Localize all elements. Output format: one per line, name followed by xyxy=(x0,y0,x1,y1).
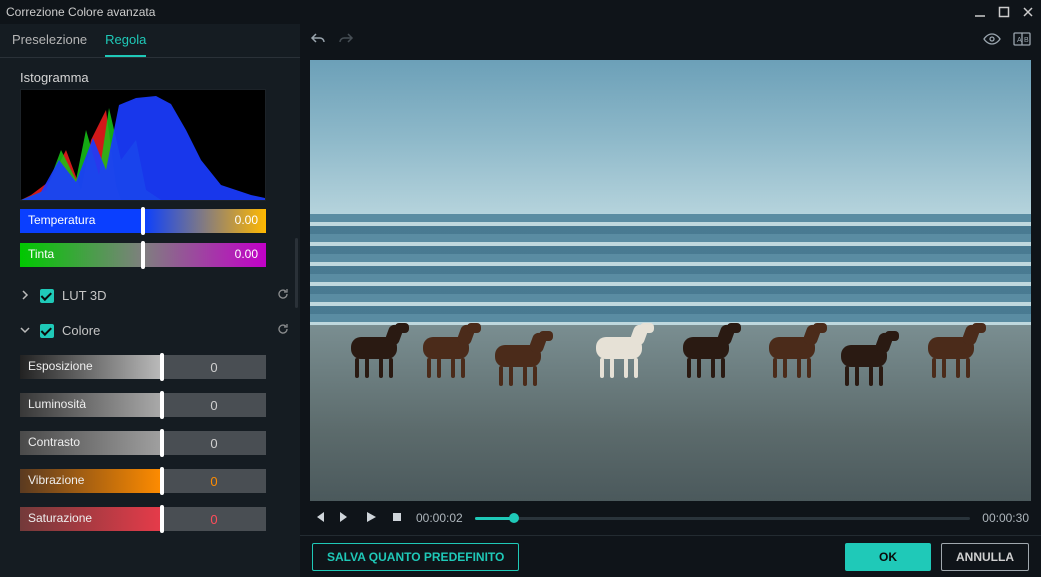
playbar: 00:00:02 00:00:30 xyxy=(300,501,1041,535)
saturation-label: Saturazione xyxy=(28,511,92,525)
video-preview[interactable] xyxy=(310,60,1031,501)
vibrance-handle[interactable] xyxy=(160,467,164,495)
lut3d-checkbox[interactable] xyxy=(40,289,54,303)
color-section[interactable]: Colore xyxy=(20,312,290,347)
histogram-label: Istogramma xyxy=(20,70,290,85)
vibrance-label: Vibrazione xyxy=(28,473,84,487)
time-knob[interactable] xyxy=(509,513,519,523)
temperature-value: 0.00 xyxy=(235,213,258,227)
lut3d-label: LUT 3D xyxy=(62,288,107,303)
vibrance-value: 0 xyxy=(162,469,266,493)
reset-icon[interactable] xyxy=(276,322,290,339)
saturation-handle[interactable] xyxy=(160,505,164,533)
color-checkbox[interactable] xyxy=(40,324,54,338)
tint-handle[interactable] xyxy=(141,241,145,269)
left-panel: Preselezione Regola Istogramma Temperatu… xyxy=(0,24,300,577)
svg-text:A: A xyxy=(1017,37,1022,44)
tint-label: Tinta xyxy=(28,247,54,261)
saturation-slider[interactable]: Saturazione 0 xyxy=(20,507,266,531)
brightness-slider[interactable]: Luminosità 0 xyxy=(20,393,266,417)
brightness-label: Luminosità xyxy=(28,397,86,411)
temperature-handle[interactable] xyxy=(141,207,145,235)
exposure-value: 0 xyxy=(162,355,266,379)
cancel-button[interactable]: ANNULLA xyxy=(941,543,1029,571)
tab-adjust[interactable]: Regola xyxy=(105,32,146,57)
eye-icon[interactable] xyxy=(983,30,1001,48)
tint-value: 0.00 xyxy=(235,247,258,261)
exposure-label: Esposizione xyxy=(28,359,93,373)
maximize-button[interactable] xyxy=(997,5,1011,19)
brightness-handle[interactable] xyxy=(160,391,164,419)
saturation-value: 0 xyxy=(162,507,266,531)
temperature-label: Temperatura xyxy=(28,213,95,227)
minimize-button[interactable] xyxy=(973,5,987,19)
exposure-slider[interactable]: Esposizione 0 xyxy=(20,355,266,379)
time-total: 00:00:30 xyxy=(982,511,1029,525)
tab-preset[interactable]: Preselezione xyxy=(12,32,87,57)
contrast-label: Contrasto xyxy=(28,435,80,449)
chevron-down-icon xyxy=(20,323,32,338)
window-title: Correzione Colore avanzata xyxy=(6,5,155,19)
redo-button[interactable] xyxy=(338,31,354,47)
contrast-value: 0 xyxy=(162,431,266,455)
ok-button[interactable]: OK xyxy=(845,543,931,571)
close-button[interactable] xyxy=(1021,5,1035,19)
prev-frame-button[interactable] xyxy=(312,510,326,527)
chevron-right-icon xyxy=(20,288,32,303)
time-current: 00:00:02 xyxy=(416,511,463,525)
titlebar: Correzione Colore avanzata xyxy=(0,0,1041,24)
bottombar: SALVA QUANTO PREDEFINITO OK ANNULLA xyxy=(300,535,1041,577)
save-preset-button[interactable]: SALVA QUANTO PREDEFINITO xyxy=(312,543,519,571)
compare-ab-icon[interactable]: AB xyxy=(1013,31,1031,47)
vibrance-slider[interactable]: Vibrazione 0 xyxy=(20,469,266,493)
reset-icon[interactable] xyxy=(276,287,290,304)
contrast-handle[interactable] xyxy=(160,429,164,457)
color-label: Colore xyxy=(62,323,100,338)
next-frame-button[interactable] xyxy=(338,510,352,527)
stop-button[interactable] xyxy=(390,510,404,527)
temperature-slider[interactable]: Temperatura 0.00 xyxy=(20,209,266,233)
brightness-value: 0 xyxy=(162,393,266,417)
svg-text:B: B xyxy=(1024,37,1029,44)
scrollbar[interactable] xyxy=(295,238,298,308)
lut3d-section[interactable]: LUT 3D xyxy=(20,277,290,312)
tint-slider[interactable]: Tinta 0.00 xyxy=(20,243,266,267)
histogram xyxy=(20,89,266,201)
right-panel: AB xyxy=(300,24,1041,577)
contrast-slider[interactable]: Contrasto 0 xyxy=(20,431,266,455)
play-button[interactable] xyxy=(364,510,378,527)
undo-button[interactable] xyxy=(310,31,326,47)
time-track[interactable] xyxy=(475,517,971,520)
exposure-handle[interactable] xyxy=(160,353,164,381)
